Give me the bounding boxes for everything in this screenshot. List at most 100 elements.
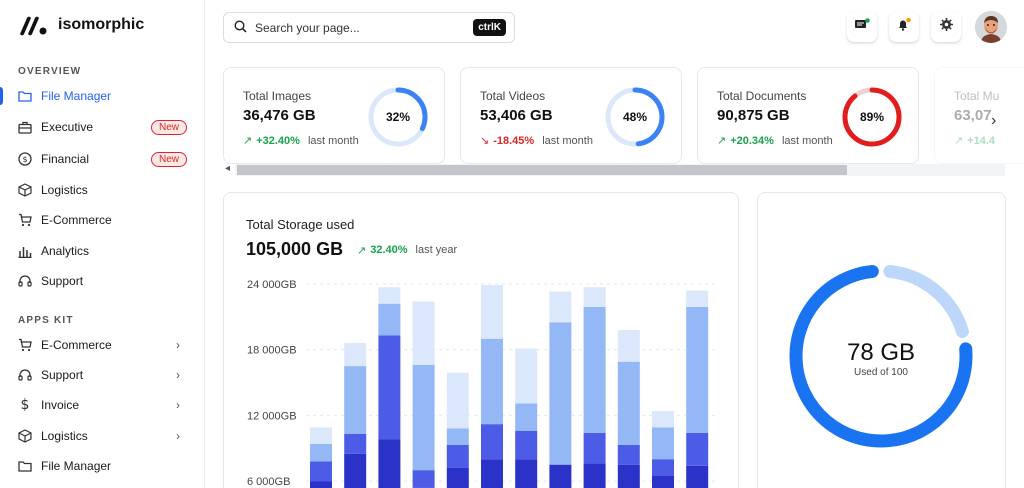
chevron-right-icon: › <box>176 338 180 352</box>
sidebar-item-logistics[interactable]: Logistics <box>0 175 205 205</box>
storage-usage-card: 78 GB Used of 100 <box>757 192 1006 488</box>
bar-segment <box>652 427 674 460</box>
storage-chart-card: 24 000GB 18 000GB 12 000GB 6 000GB Total St… <box>223 192 739 488</box>
new-badge: New <box>151 119 188 135</box>
folder-icon <box>18 89 32 103</box>
stat-value: 90,875 GB <box>717 107 790 124</box>
bar-stack <box>515 348 538 488</box>
stat-value: 63,07 <box>954 107 992 124</box>
stat-value: 36,476 GB <box>243 107 316 124</box>
sidebar-item-label: Logistics <box>41 429 88 443</box>
bar-segment <box>378 287 401 304</box>
avatar[interactable] <box>975 11 1007 43</box>
section-title-apps-kit: APPS KIT <box>18 315 74 326</box>
sidebar-item-apps-logistics[interactable]: Logistics › <box>0 421 205 451</box>
bar-stack <box>310 427 332 488</box>
logo-icon <box>20 16 47 36</box>
bar-segment <box>446 467 469 488</box>
sidebar-item-apps-file-manager[interactable]: File Manager <box>0 451 205 481</box>
messages-button[interactable] <box>847 12 877 42</box>
bar-stack <box>446 372 469 488</box>
bell-icon <box>896 17 912 37</box>
sidebar-item-financial[interactable]: $ Financial New <box>0 144 205 174</box>
chevron-right-icon[interactable]: › <box>991 112 996 130</box>
scroll-left-icon[interactable]: ◂ <box>225 163 230 174</box>
sidebar-item-apps-support[interactable]: Support › <box>0 360 205 390</box>
sidebar-item-support[interactable]: Support <box>0 266 205 296</box>
bar-segment <box>617 464 640 488</box>
dollar-icon: $ <box>20 397 30 413</box>
storage-delta-value: 32.40% <box>370 244 408 256</box>
headset-icon <box>18 368 32 382</box>
bar-stack <box>344 343 367 488</box>
bar-segment <box>344 343 367 367</box>
sidebar-item-analytics[interactable]: Analytics <box>0 236 205 266</box>
stat-title: Total Documents <box>717 89 807 103</box>
sidebar-item-label: Support <box>41 368 84 382</box>
bar-segment <box>652 459 674 476</box>
bar-segment <box>583 432 606 464</box>
bar-segment <box>686 290 709 307</box>
sidebar-item-label: E-Commerce <box>41 213 112 227</box>
sidebar-item-label: File Manager <box>41 89 112 103</box>
notifications-button[interactable] <box>889 12 919 42</box>
messages-icon <box>854 17 870 37</box>
bar-stack <box>412 301 435 488</box>
progress-ring-label: 48% <box>622 110 648 124</box>
section-title-overview: OVERVIEW <box>18 66 82 77</box>
sidebar-item-label: Executive <box>41 120 94 134</box>
chevron-right-icon: › <box>176 429 180 443</box>
bar-stack <box>481 285 503 488</box>
bar-segment <box>617 361 640 445</box>
svg-text:$: $ <box>22 155 27 164</box>
bar-segment <box>310 427 332 444</box>
sidebar: isomorphic OVERVIEW File Manager Executi… <box>0 0 205 488</box>
bar-stack <box>617 329 640 488</box>
bar-segment <box>378 335 401 440</box>
stat-delta: ↗ +14.4 <box>954 134 996 148</box>
progress-ring-label: 89% <box>859 110 885 124</box>
usage-subtitle: Used of 100 <box>854 367 908 378</box>
bar-stack <box>583 287 606 488</box>
stat-delta-value: +32.40% <box>256 134 300 147</box>
briefcase-icon <box>18 120 32 134</box>
sidebar-item-label: Support <box>41 274 84 288</box>
stat-delta-period: last month <box>781 134 833 147</box>
stat-delta-period: last month <box>307 134 359 147</box>
bar-segment <box>583 463 606 488</box>
bar-segment <box>549 464 572 488</box>
settings-button[interactable] <box>931 12 961 42</box>
bar-chart-icon <box>18 244 32 258</box>
storage-value: 105,000 GB <box>246 239 344 259</box>
scrollbar-thumb[interactable] <box>237 165 847 175</box>
bar-segment <box>446 372 469 429</box>
bar-stack <box>652 411 674 488</box>
sidebar-item-ecommerce[interactable]: E-Commerce <box>0 205 205 235</box>
stat-delta-value: +14.4 <box>967 134 996 147</box>
bar-segment <box>344 453 367 488</box>
stat-card-documents[interactable]: Total Documents 90,875 GB ↗ +20.34% last… <box>697 67 919 164</box>
logo[interactable]: isomorphic <box>18 14 144 36</box>
stat-card-music[interactable]: Total Mu 63,07 ↗ +14.4 <box>934 67 1024 164</box>
search-input[interactable]: Search your page... ctrlK <box>223 12 515 43</box>
stat-value: 53,406 GB <box>480 107 553 124</box>
sidebar-item-label: Financial <box>41 152 90 166</box>
bar-segment <box>412 365 435 471</box>
trend-up-icon: ↗ <box>717 135 727 147</box>
sidebar-item-executive[interactable]: Executive New <box>0 112 205 142</box>
bar-segment <box>310 461 332 482</box>
sidebar-item-file-manager[interactable]: File Manager <box>0 81 205 111</box>
bar-segment <box>515 403 538 431</box>
stat-card-images[interactable]: Total Images 36,476 GB ↗ +32.40% last mo… <box>223 67 445 164</box>
app-name: isomorphic <box>58 16 145 33</box>
bar-segment <box>617 444 640 465</box>
bar-segment <box>310 443 332 462</box>
trend-up-icon: ↗ <box>243 135 253 147</box>
sidebar-item-apps-invoice[interactable]: $ Invoice › <box>0 390 205 420</box>
storage-delta-period: last year <box>415 244 458 256</box>
headset-icon <box>18 274 32 288</box>
sidebar-item-apps-ecommerce[interactable]: E-Commerce › <box>0 330 205 360</box>
horizontal-scrollbar[interactable]: ◂ <box>223 163 1005 176</box>
stat-card-videos[interactable]: Total Videos 53,406 GB ↘ -18.45% last mo… <box>460 67 682 164</box>
bar-segment <box>378 303 401 336</box>
